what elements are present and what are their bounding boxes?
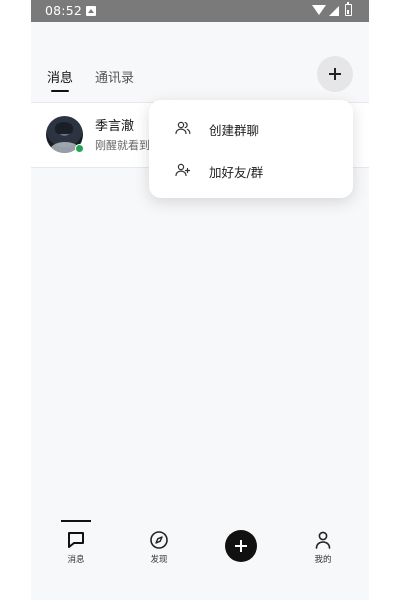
menu-item-create-group[interactable]: 创建群聊 [149,108,353,148]
online-status-dot [75,144,84,153]
signal-icon [329,6,339,16]
bottom-navigation: 消息 发现 我的 [31,512,369,572]
add-button[interactable] [317,56,353,92]
nav-active-indicator [61,520,91,522]
header: 消息 通讯录 [31,22,369,102]
add-dropdown-menu: 创建群聊 加好友/群 [149,100,353,198]
nav-label-me: 我的 [314,555,332,565]
phone-screen: 08:52 消息 通讯录 季言澈 刚醒就看到 创建群聊 加好友/群 消息 发现 … [31,0,369,600]
status-time: 08:52 [45,3,83,18]
status-indicators [311,2,361,18]
nav-item-discover[interactable]: 发现 [129,512,189,572]
nav-item-post[interactable] [213,512,273,572]
post-button[interactable] [225,530,257,562]
person-icon [313,530,333,550]
compass-icon [149,530,169,550]
nav-label-discover: 发现 [150,555,168,565]
plus-icon [329,68,341,80]
menu-label-add-friend: 加好友/群 [209,165,264,180]
nav-label-messages: 消息 [67,555,85,565]
nav-item-me[interactable]: 我的 [293,512,353,572]
contact-name: 季言澈 [95,119,135,134]
tab-active-indicator [51,90,69,92]
notification-image-icon [86,6,96,16]
add-friend-icon [175,163,191,177]
group-icon [175,121,191,135]
status-bar: 08:52 [31,0,369,22]
wifi-icon [312,5,326,15]
chat-bubble-icon [66,530,86,550]
tab-messages[interactable]: 消息 [47,67,73,86]
plus-icon [235,540,247,552]
nav-item-messages[interactable]: 消息 [46,512,106,572]
menu-item-add-friend[interactable]: 加好友/群 [149,150,353,190]
menu-label-create-group: 创建群聊 [209,123,260,138]
tab-contacts[interactable]: 通讯录 [95,67,134,86]
battery-icon [345,2,352,16]
last-message-preview: 刚醒就看到 [95,139,150,152]
